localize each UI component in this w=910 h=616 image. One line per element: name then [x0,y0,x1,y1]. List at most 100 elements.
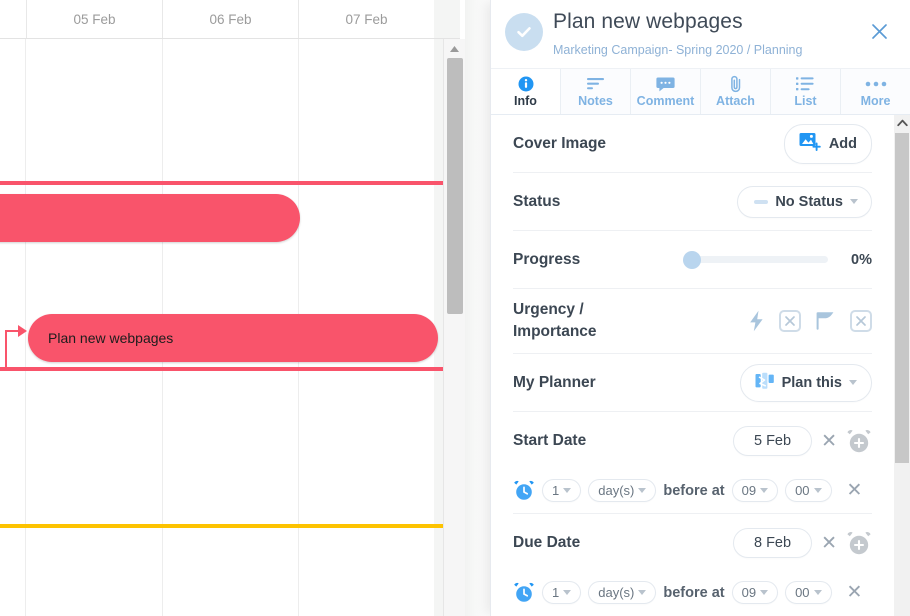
gantt-right-edge-fade [465,0,490,616]
chevron-down-icon [563,488,572,493]
due-reminder-minute: 00 [795,585,810,600]
task-bar-upper[interactable] [0,194,300,242]
row-progress: Progress 0% [513,231,872,289]
due-reminder-hour-dropdown[interactable]: 09 [731,581,779,604]
x-box-icon[interactable] [850,310,872,332]
gantt-scroll-thumb[interactable] [447,58,463,314]
chevron-down-icon [849,380,857,385]
tab-comment[interactable]: Comment [631,69,701,114]
tab-notes[interactable]: Notes [561,69,631,114]
gantt-scroll-up-icon[interactable] [444,41,465,57]
add-due-reminder-icon[interactable] [846,531,872,556]
status-label: Status [513,192,561,210]
panel-header: Plan new webpages Marketing Campaign- Sp… [491,0,910,68]
urgency-importance-label: Urgency / Importance [513,299,597,343]
start-date-value: 5 Feb [753,433,792,449]
due-reminder-amount: 1 [552,585,560,600]
status-value: No Status [775,193,843,210]
tab-more[interactable]: More [841,69,910,114]
alarm-clock-icon[interactable] [513,480,535,501]
tab-attach-label: Attach [716,94,755,108]
start-reminder-amount-dropdown[interactable]: 1 [542,479,582,502]
panel-vertical-scrollbar[interactable] [894,115,910,616]
gantt-dependency-connector [5,330,19,332]
my-planner-value: Plan this [781,374,842,391]
row-urgency-importance: Urgency / Importance [513,289,872,354]
tab-info-label: Info [514,94,537,108]
tab-attach[interactable]: Attach [701,69,771,114]
add-cover-image-label: Add [828,135,857,152]
progress-slider-knob[interactable] [683,250,701,269]
status-dropdown[interactable]: No Status [737,185,872,218]
x-box-icon[interactable] [779,310,801,332]
due-date-reminder-row: 1 day(s) before at 09 00 ✕ [513,572,872,615]
cover-image-label: Cover Image [513,134,607,152]
tab-list-label: List [794,94,817,108]
tab-more-label: More [860,94,891,108]
summary-line-yellow [0,524,466,528]
row-status: Status No Status [513,173,872,231]
attach-icon [728,75,744,93]
info-icon [518,75,534,93]
breadcrumb: Marketing Campaign- Spring 2020 / Planni… [553,43,803,57]
start-reminder-middle-text: before at [663,482,725,499]
due-date-value-button[interactable]: 8 Feb [732,528,813,558]
my-planner-dropdown[interactable]: Plan this [739,363,872,402]
tab-list[interactable]: List [771,69,841,114]
panel-scroll-thumb[interactable] [895,133,909,463]
gantt-timeline-body: Plan new webpages [0,39,466,616]
notes-icon [586,75,606,93]
start-reminder-unit-dropdown[interactable]: day(s) [588,479,657,502]
info-rows: Cover Image Add Status No Status Progres… [491,115,894,615]
add-start-reminder-icon[interactable] [846,429,872,454]
chevron-down-icon [760,590,769,595]
due-reminder-middle-text: before at [663,584,725,601]
start-reminder-unit: day(s) [598,483,635,498]
start-date-value-button[interactable]: 5 Feb [732,426,813,456]
start-date-label: Start Date [513,432,587,449]
gantt-date-header: 07 Feb [298,0,434,38]
start-reminder-amount: 1 [552,483,560,498]
row-due-date: Due Date 8 Feb ✕ [513,514,872,572]
alarm-clock-icon[interactable] [513,582,535,603]
page-title: Plan new webpages [553,10,743,33]
start-reminder-hour-dropdown[interactable]: 09 [731,479,779,502]
due-reminder-amount-dropdown[interactable]: 1 [542,581,582,604]
no-status-dash-icon [754,199,769,204]
comment-icon [656,75,675,93]
due-reminder-unit-dropdown[interactable]: day(s) [588,581,657,604]
gantt-dependency-connector [5,330,7,367]
gantt-date-header: 05 Feb [26,0,162,38]
chevron-down-icon [850,199,858,204]
gantt-vertical-scrollbar[interactable] [443,39,465,616]
panel-body: Cover Image Add Status No Status Progres… [491,115,910,616]
add-cover-image-button[interactable]: Add [783,123,872,164]
lightning-icon[interactable] [748,310,765,332]
panel-scroll-up-icon[interactable] [894,115,910,131]
flag-icon[interactable] [815,310,836,332]
gantt-date-header: 06 Feb [162,0,298,38]
start-reminder-minute: 00 [795,483,810,498]
start-date-reminder-row: 1 day(s) before at 09 00 ✕ [513,470,872,514]
gantt-timeline-header: 05 Feb 06 Feb 07 Feb [0,0,460,39]
due-reminder-clear-icon[interactable]: ✕ [847,583,863,602]
start-reminder-clear-icon[interactable]: ✕ [847,481,863,500]
task-detail-panel: Plan new webpages Marketing Campaign- Sp… [490,0,910,616]
due-reminder-hour: 09 [741,585,757,600]
close-icon[interactable] [866,18,892,44]
progress-value: 0% [851,251,872,268]
task-bar-plan-new-webpages[interactable]: Plan new webpages [28,314,438,362]
due-reminder-minute-dropdown[interactable]: 00 [785,581,832,604]
due-date-clear-icon[interactable]: ✕ [821,534,837,553]
start-date-clear-icon[interactable]: ✕ [821,432,837,451]
start-reminder-minute-dropdown[interactable]: 00 [785,479,832,502]
progress-slider[interactable] [683,250,828,269]
tab-info[interactable]: Info [491,69,561,114]
urgency-label-line2: Importance [513,323,597,340]
list-icon [796,75,815,93]
chevron-down-icon [813,590,822,595]
due-date-value: 8 Feb [753,535,792,551]
row-start-date: Start Date 5 Feb ✕ [513,412,872,470]
task-complete-check-icon[interactable] [505,13,543,51]
progress-label: Progress [513,250,581,268]
